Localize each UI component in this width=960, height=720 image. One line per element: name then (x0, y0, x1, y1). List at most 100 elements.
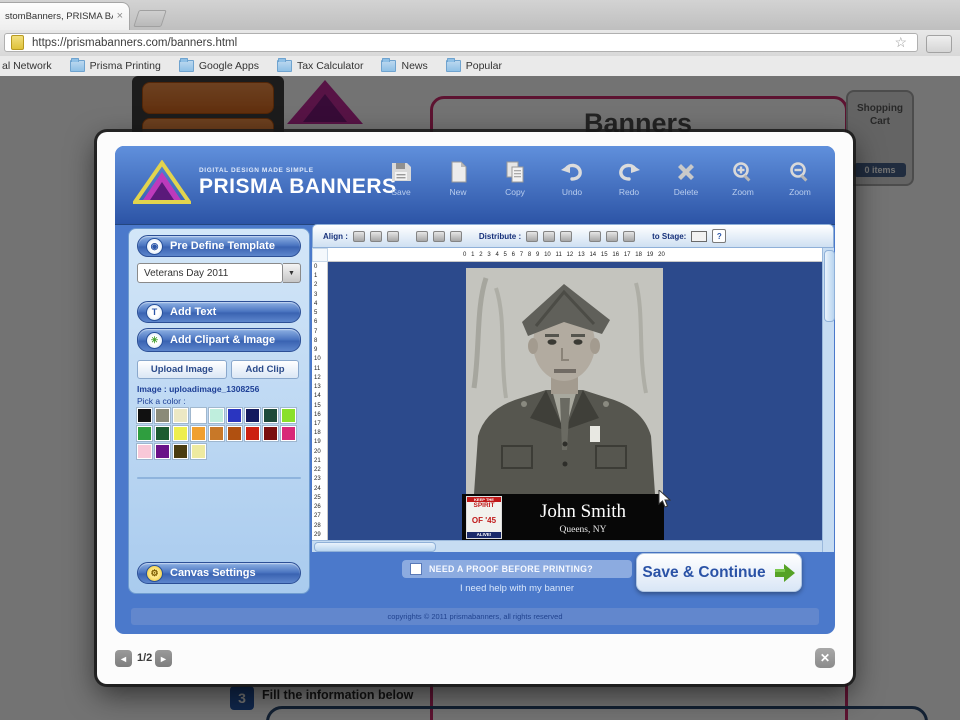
tab-title: stomBanners, PRISMA BA (5, 11, 113, 22)
color-swatch[interactable] (263, 426, 278, 441)
color-swatch[interactable] (191, 426, 206, 441)
bookmark-star-icon[interactable]: ☆ (894, 34, 907, 51)
zoom-out-button[interactable]: Zoom (776, 156, 824, 216)
delete-button[interactable]: Delete (662, 156, 710, 216)
align-top-icon[interactable] (415, 230, 428, 242)
align-middle-icon[interactable] (432, 230, 445, 242)
color-swatch[interactable] (227, 408, 242, 423)
bookmark-item[interactable]: Google Apps (178, 58, 259, 72)
browser-menu-button[interactable] (926, 35, 952, 53)
save-button[interactable]: Save (377, 156, 425, 216)
ruler-horizontal-numbers: 0 1 2 3 4 5 6 7 8 9 10 11 12 13 14 15 16 17 18 19 20 (463, 252, 665, 258)
stage-fit-icon[interactable] (691, 230, 708, 242)
space-horizontal-icon[interactable] (589, 230, 602, 242)
color-swatch[interactable] (209, 426, 224, 441)
browser-url-row: https://prismabanners.com/banners.html ☆ (0, 30, 960, 57)
browser-tab[interactable]: stomBanners, PRISMA BA × (0, 2, 130, 30)
folder-icon (69, 58, 85, 72)
proof-label: NEED A PROOF BEFORE PRINTING? (429, 564, 593, 574)
save-continue-button[interactable]: Save & Continue (636, 553, 802, 592)
color-swatch[interactable] (155, 408, 170, 423)
new-button[interactable]: New (434, 156, 482, 216)
zoom-in-icon (733, 162, 751, 182)
help-button[interactable]: ? (712, 229, 727, 243)
close-icon: ✕ (819, 651, 831, 665)
sidebar-divider (137, 477, 301, 479)
proof-request-toggle[interactable]: NEED A PROOF BEFORE PRINTING? (402, 560, 632, 578)
color-swatch[interactable] (227, 426, 242, 441)
copy-button[interactable]: Copy (491, 156, 539, 216)
bookmark-item[interactable]: Prisma Printing (69, 58, 161, 72)
pick-color-label: Pick a color : (137, 396, 186, 406)
redo-button[interactable]: Redo (605, 156, 653, 216)
new-page-icon (451, 161, 467, 183)
color-swatch[interactable] (191, 444, 206, 459)
color-swatch[interactable] (137, 426, 152, 441)
uploaded-photo[interactable] (466, 268, 663, 494)
color-swatch[interactable] (245, 426, 260, 441)
align-right-icon[interactable] (386, 230, 399, 242)
color-swatch[interactable] (173, 408, 188, 423)
distribute-horizontal-icon[interactable] (526, 230, 539, 242)
color-swatch[interactable] (263, 408, 278, 423)
color-swatch[interactable] (155, 426, 170, 441)
distribute-edges-icon[interactable] (560, 230, 573, 242)
template-dropdown-value[interactable]: Veterans Day 2011 (137, 263, 283, 283)
dropdown-arrow-icon[interactable]: ▼ (283, 263, 301, 283)
url-input[interactable]: https://prismabanners.com/banners.html ☆ (4, 33, 918, 52)
bookmark-item[interactable]: al Network (2, 60, 52, 72)
lightbox-close-button[interactable]: ✕ (815, 648, 835, 668)
space-vertical-icon[interactable] (606, 230, 619, 242)
canvas-horizontal-scrollbar[interactable] (312, 540, 822, 552)
tab-close-icon[interactable]: × (117, 11, 123, 22)
bookmark-item[interactable]: Tax Calculator (276, 58, 363, 72)
color-swatch[interactable] (137, 444, 152, 459)
color-swatch[interactable] (173, 444, 188, 459)
zoom-in-button[interactable]: Zoom (719, 156, 767, 216)
banner-help-link[interactable]: I need help with my banner (402, 583, 632, 594)
color-swatch[interactable] (209, 408, 224, 423)
add-clip-button[interactable]: Add Clip (231, 360, 299, 379)
template-dropdown[interactable]: Veterans Day 2011 ▼ (137, 263, 301, 283)
editor-sidebar: ◉ Pre Define Template Veterans Day 2011 … (128, 228, 310, 594)
color-swatch[interactable] (173, 426, 188, 441)
copyright-text: copyrights © 2011 prismabanners, all rig… (387, 612, 563, 621)
canvas-settings-button[interactable]: ⚙ Canvas Settings (137, 562, 301, 584)
color-swatches (137, 408, 299, 459)
align-left-icon[interactable] (352, 230, 365, 242)
bookmark-item[interactable]: Popular (445, 58, 502, 72)
brand-tagline: DIGITAL DESIGN MADE SIMPLE (199, 167, 314, 174)
prev-page-button[interactable]: ◄ (115, 650, 132, 667)
scrollbar-thumb[interactable] (314, 542, 436, 552)
color-swatch[interactable] (137, 408, 152, 423)
undo-button[interactable]: Undo (548, 156, 596, 216)
green-arrow-icon (774, 563, 795, 582)
proof-checkbox[interactable] (410, 563, 422, 575)
color-swatch[interactable] (245, 408, 260, 423)
bookmark-item[interactable]: News (381, 58, 428, 72)
to-stage-label: to Stage: (652, 231, 687, 241)
browser-tab-strip: stomBanners, PRISMA BA × (0, 0, 960, 31)
floppy-icon (392, 163, 411, 181)
upload-image-button[interactable]: Upload Image (137, 360, 227, 379)
align-bottom-icon[interactable] (449, 230, 462, 242)
ruler-vertical-numbers: 0 1 2 3 4 5 6 7 8 9 10 11 12 13 14 15 16 17 18 19 20 21 22 23 24… (314, 264, 321, 538)
align-center-icon[interactable] (369, 230, 382, 242)
new-tab-button[interactable] (133, 10, 167, 27)
color-swatch[interactable] (191, 408, 206, 423)
folder-icon (276, 58, 292, 72)
add-clipart-button[interactable]: ✳ Add Clipart & Image (137, 328, 301, 352)
canvas-vertical-scrollbar[interactable] (822, 248, 835, 552)
distribute-label: Distribute : (478, 231, 522, 241)
banner-name-plate[interactable]: KEEP THE SPIRIT OF '45 ALIVE! John Smith… (462, 494, 664, 541)
predefine-template-header[interactable]: ◉ Pre Define Template (137, 235, 301, 257)
add-text-button[interactable]: T Add Text (137, 301, 301, 323)
scrollbar-thumb[interactable] (824, 250, 835, 322)
color-swatch[interactable] (281, 408, 296, 423)
color-swatch[interactable] (155, 444, 170, 459)
space-edges-icon[interactable] (623, 230, 636, 242)
distribute-vertical-icon[interactable] (543, 230, 556, 242)
lightbox: DIGITAL DESIGN MADE SIMPLE PRISMA BANNER… (97, 132, 853, 684)
next-page-button[interactable]: ► (155, 650, 172, 667)
color-swatch[interactable] (281, 426, 296, 441)
